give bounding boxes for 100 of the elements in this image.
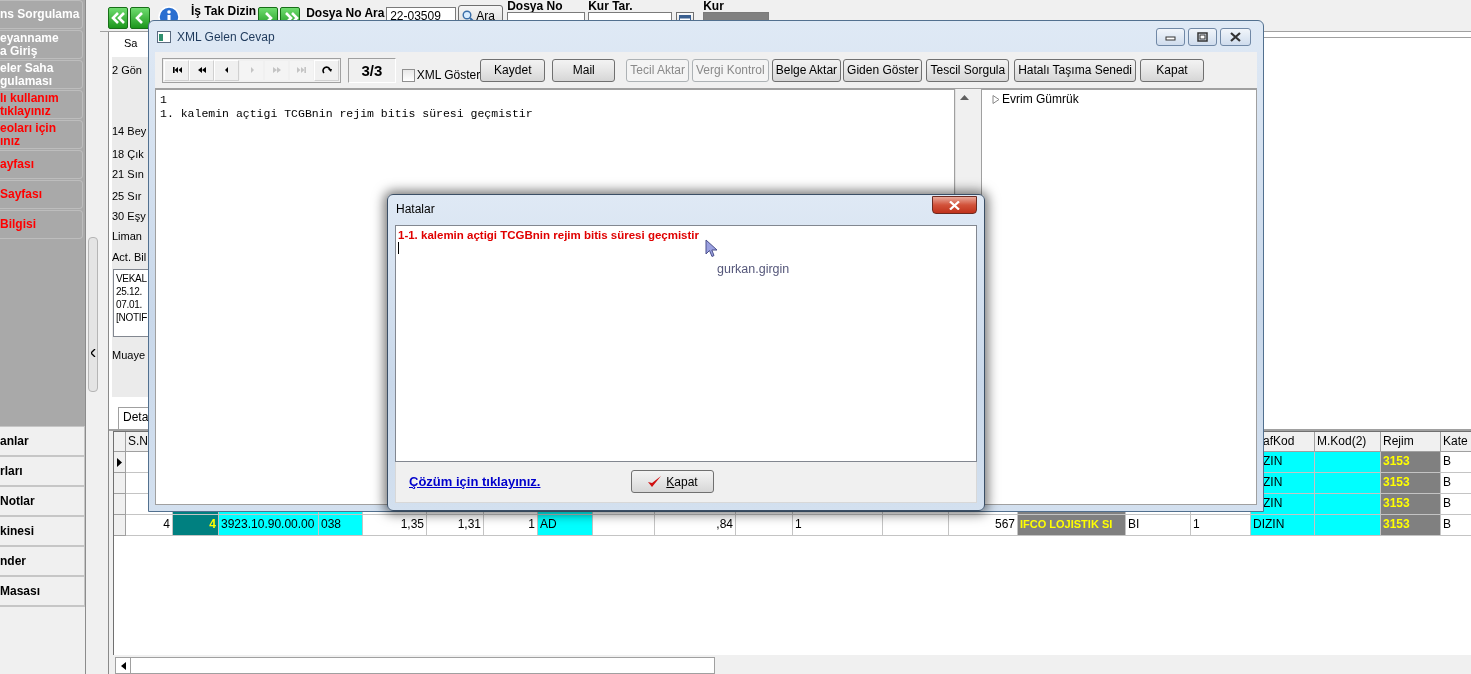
arrow-left-icon: [120, 661, 126, 670]
checkbox-label: XML Göster: [416, 68, 481, 82]
sidebar-item[interactable]: Masası: [0, 576, 85, 606]
toolbar-button[interactable]: Tescil Sorgula: [926, 58, 1010, 82]
window-icon: [157, 30, 171, 43]
sidebar-item[interactable]: kinesi: [0, 516, 85, 546]
toolbar-button[interactable]: Kaydet: [480, 58, 546, 82]
table-cell: B: [1441, 515, 1471, 536]
close-icon: [1228, 30, 1243, 43]
close-icon: [949, 200, 960, 210]
arrow-up-icon[interactable]: [960, 95, 969, 100]
notes-field[interactable]: VEKAL 25.12. 07.01. [NOTIF: [113, 269, 148, 337]
table-cell: [1315, 494, 1381, 515]
field-label: Act. Bil: [112, 250, 148, 264]
table-cell: B: [1441, 473, 1471, 494]
rewind-icon: [196, 65, 207, 75]
sidebar-item[interactable]: rları: [0, 456, 85, 486]
window-title: Hatalar: [396, 202, 435, 216]
sidebar-item[interactable]: Notlar: [0, 486, 85, 516]
column-header: Kate: [1441, 432, 1471, 452]
first-record-button[interactable]: [108, 7, 128, 29]
close-button[interactable]: [1220, 27, 1251, 46]
collapsed-triangle-icon[interactable]: [992, 94, 1000, 104]
mouse-pointer-icon: [705, 239, 718, 258]
notes-text: [NOTIF: [116, 311, 146, 324]
help-link[interactable]: Çözüm için tıklayınız.: [409, 474, 541, 489]
table-cell: B: [1441, 452, 1471, 473]
horizontal-scrollbar[interactable]: [131, 657, 715, 674]
previous-record-button[interactable]: [130, 7, 150, 29]
table-cell: [593, 515, 655, 536]
toolbar-button[interactable]: Kapat: [1140, 58, 1204, 82]
table-cell: 3153: [1381, 515, 1441, 536]
toolbar-button[interactable]: Belge Aktar: [771, 58, 842, 82]
column-header: Rejim: [1381, 432, 1441, 452]
window-title: XML Gelen Cevap: [177, 29, 275, 44]
skip-last-icon: [296, 65, 307, 75]
current-row-icon: [117, 457, 122, 467]
field-label: 21 Sın: [112, 167, 145, 181]
search-label: Dosya No Ara: [306, 6, 386, 20]
record-counter: 3/3: [348, 57, 396, 83]
scroll-left-button[interactable]: [115, 657, 131, 674]
table-cell: [883, 515, 949, 536]
fast-forward-icon: [271, 65, 282, 75]
maximize-button[interactable]: [1188, 27, 1217, 46]
redo-arrow-icon: [321, 65, 332, 75]
toolbar-button[interactable]: Giden Göster: [843, 58, 923, 82]
maximize-icon: [1195, 30, 1210, 43]
checkbox[interactable]: [401, 69, 415, 82]
exchange-rate-label: Kur: [703, 0, 725, 12]
column-header: M.Kod(2): [1315, 432, 1381, 452]
table-cell: AD: [538, 515, 593, 536]
table-cell: 1,31: [427, 515, 484, 536]
file-number-label: Dosya No: [507, 0, 564, 12]
table-cell: 3153: [1381, 494, 1441, 515]
response-text: 1. kalemin açtigi TCGBnin rejim bitis süresi geçmistir: [160, 107, 534, 121]
close-dialog-button[interactable]: Kapat: [631, 470, 714, 493]
minimize-button[interactable]: [1156, 27, 1185, 46]
chevron-left-icon: [90, 349, 96, 357]
field-label: Liman: [112, 229, 143, 243]
row-selector[interactable]: [114, 452, 126, 473]
notes-text: VEKAL: [116, 272, 146, 285]
splitter-handle[interactable]: [88, 237, 98, 392]
column-header: Sa: [123, 36, 139, 51]
text-caret: [398, 242, 399, 254]
table-cell: 038: [319, 515, 363, 536]
table-cell: DIZIN: [1251, 515, 1315, 536]
field-label: 18 Çık: [112, 147, 145, 161]
table-cell: BI: [1126, 515, 1191, 536]
table-cell: 4: [173, 515, 219, 536]
table-cell: 3153: [1381, 452, 1441, 473]
field-label: 2 Gön: [112, 63, 143, 77]
checkmark-icon: [647, 475, 663, 488]
module-title: İş Tak Dizin: [191, 4, 257, 19]
field-label: 30 Eşy: [112, 209, 147, 223]
response-text: 1: [160, 93, 168, 107]
field-label: Muaye: [112, 348, 147, 362]
sidebar-item[interactable]: nder: [0, 546, 85, 576]
table-cell: 3153: [1381, 473, 1441, 494]
skip-first-icon: [171, 65, 182, 75]
close-button[interactable]: [932, 196, 977, 214]
table-cell: 1,35: [363, 515, 427, 536]
toolbar-button[interactable]: Mail: [552, 58, 616, 82]
table-cell: [736, 515, 793, 536]
table-cell: 3923.10.90.00.00: [219, 515, 319, 536]
error-text-area[interactable]: 1-1. kalemin açtigi TCGBnin rejim bitis süresi geçmistir gurkan.girgin: [395, 225, 977, 462]
table-cell: B: [1441, 494, 1471, 515]
toolbar-button[interactable]: Hatalı Taşıma Senedi: [1014, 58, 1136, 82]
field-label: 14 Bey: [112, 124, 148, 138]
notes-text: 25.12.: [116, 285, 143, 298]
user-name: gurkan.girgin: [717, 262, 790, 276]
table-cell: IFCO LOJISTIK SI: [1018, 515, 1126, 536]
error-message: 1-1. kalemin açtigi TCGBnin rejim bitis süresi geçmistir: [398, 229, 700, 242]
table-cell: ,84: [655, 515, 736, 536]
rate-date-label: Kur Tar.: [588, 0, 634, 12]
sidebar-item[interactable]: anlar: [0, 426, 85, 456]
field-label: 25 Sır: [112, 189, 143, 203]
search-icon: [462, 10, 475, 22]
tree-item[interactable]: Evrim Gümrük: [1002, 92, 1079, 106]
table-cell: [1315, 473, 1381, 494]
table-cell: [1315, 515, 1381, 536]
